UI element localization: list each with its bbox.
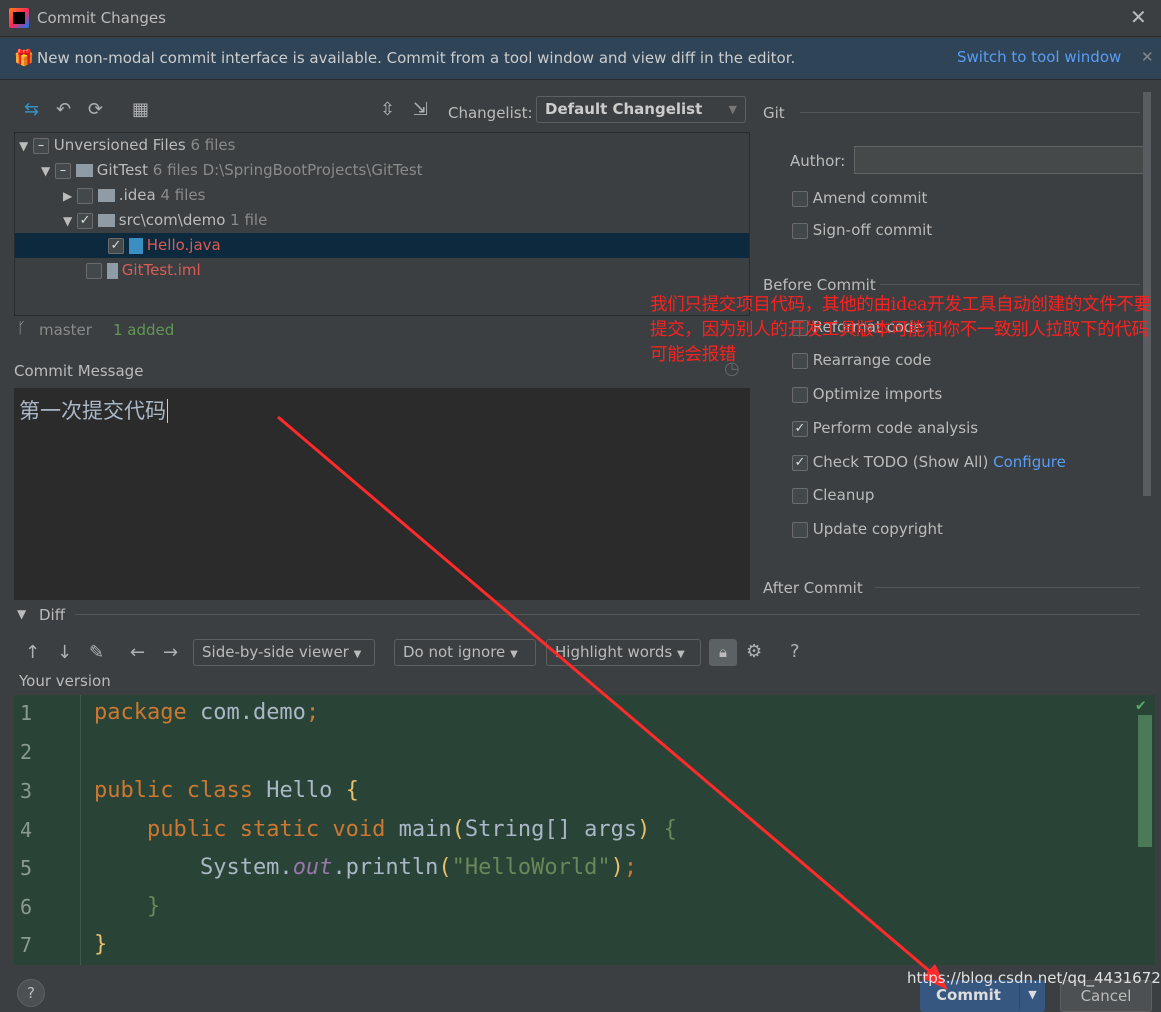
annotation-arrow	[277, 415, 948, 990]
watermark: https://blog.csdn.net/qq_44316726	[907, 969, 1161, 987]
